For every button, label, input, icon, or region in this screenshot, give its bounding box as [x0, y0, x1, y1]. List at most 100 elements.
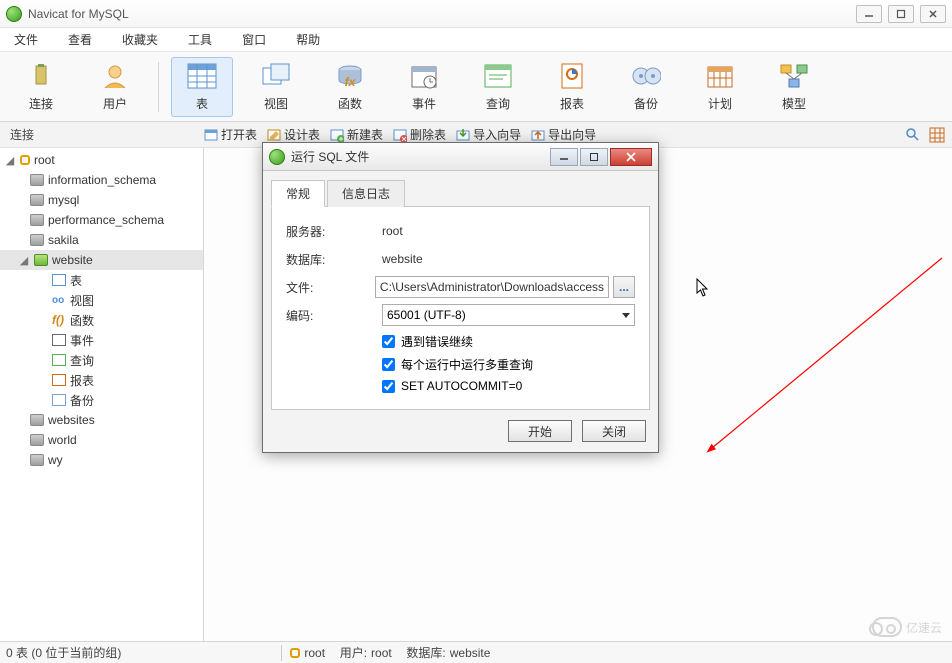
tree-db-website[interactable]: ◢website: [0, 250, 203, 270]
tree-db-world[interactable]: world: [0, 430, 203, 450]
toolbar-function[interactable]: fx函数: [319, 57, 381, 117]
tree-db-information-schema[interactable]: information_schema: [0, 170, 203, 190]
annotation-arrow: [692, 248, 952, 468]
status-bar: 0 表 (0 位于当前的组) root 用户: root 数据库: websit…: [0, 641, 952, 663]
watermark-icon: [872, 617, 902, 637]
mouse-cursor-icon: [696, 278, 710, 298]
query-icon: [52, 354, 66, 366]
tree-node-tables[interactable]: 表: [0, 270, 203, 290]
tree-connection-root[interactable]: ◢root: [0, 150, 203, 170]
action-open-table[interactable]: 打开表: [204, 126, 257, 143]
tree-db-wy[interactable]: wy: [0, 450, 203, 470]
dialog-maximize-button[interactable]: [580, 148, 608, 166]
table-icon: [52, 274, 66, 286]
menu-bar: 文件 查看 收藏夹 工具 窗口 帮助: [0, 28, 952, 52]
action-import-wizard[interactable]: 导入向导: [456, 126, 521, 143]
status-connection: root 用户: root 数据库: website: [290, 644, 490, 661]
database-icon: [30, 434, 44, 446]
dialog-titlebar[interactable]: 运行 SQL 文件: [263, 143, 658, 171]
report-icon: [52, 374, 66, 386]
value-server: root: [382, 224, 635, 238]
database-icon: [30, 234, 44, 246]
connection-panel-header: 连接: [6, 126, 204, 143]
main-toolbar: 连接 用户 表 视图 fx函数 事件 查询 报表 备份 计划 模型: [0, 52, 952, 122]
toolbar-schedule[interactable]: 计划: [689, 57, 751, 117]
database-icon: [30, 214, 44, 226]
event-icon: [52, 334, 66, 346]
file-path-input[interactable]: C:\Users\Administrator\Downloads\access: [375, 276, 609, 298]
grid-view-icon[interactable]: [928, 126, 946, 144]
checkbox-continue-on-error[interactable]: 遇到错误继续: [382, 333, 635, 350]
connection-tree[interactable]: ◢root information_schema mysql performan…: [0, 148, 204, 641]
checkbox-multi-query[interactable]: 每个运行中运行多重查询: [382, 356, 635, 373]
window-minimize-button[interactable]: [856, 5, 882, 23]
tree-node-backups[interactable]: 备份: [0, 390, 203, 410]
app-icon: [6, 6, 22, 22]
label-encoding: 编码:: [286, 307, 382, 324]
tree-node-events[interactable]: 事件: [0, 330, 203, 350]
search-icon[interactable]: [904, 126, 922, 144]
tab-info-log[interactable]: 信息日志: [327, 180, 405, 207]
menu-window[interactable]: 窗口: [234, 29, 274, 50]
tree-db-performance-schema[interactable]: performance_schema: [0, 210, 203, 230]
chevron-down-icon: [622, 313, 630, 318]
connection-icon: [20, 155, 30, 165]
tab-general[interactable]: 常规: [271, 180, 325, 207]
database-icon: [30, 414, 44, 426]
toolbar-model[interactable]: 模型: [763, 57, 825, 117]
view-icon: oo: [52, 295, 66, 306]
database-icon: [34, 254, 48, 266]
toolbar-backup[interactable]: 备份: [615, 57, 677, 117]
dialog-close-button[interactable]: [610, 148, 652, 166]
tree-node-reports[interactable]: 报表: [0, 370, 203, 390]
action-export-wizard[interactable]: 导出向导: [531, 126, 596, 143]
close-button[interactable]: 关闭: [582, 420, 646, 442]
dialog-icon: [269, 149, 285, 165]
toolbar-connect[interactable]: 连接: [10, 57, 72, 117]
menu-view[interactable]: 查看: [60, 29, 100, 50]
tree-db-websites[interactable]: websites: [0, 410, 203, 430]
tree-node-queries[interactable]: 查询: [0, 350, 203, 370]
tree-node-views[interactable]: oo视图: [0, 290, 203, 310]
dialog-title: 运行 SQL 文件: [291, 148, 550, 165]
database-icon: [30, 174, 44, 186]
toolbar-table[interactable]: 表: [171, 57, 233, 117]
action-delete-table[interactable]: 删除表: [393, 126, 446, 143]
browse-file-button[interactable]: ...: [613, 276, 635, 298]
svg-text:fx: fx: [345, 75, 357, 89]
start-button[interactable]: 开始: [508, 420, 572, 442]
action-new-table[interactable]: 新建表: [330, 126, 383, 143]
connection-icon: [290, 648, 300, 658]
run-sql-file-dialog: 运行 SQL 文件 常规 信息日志 服务器:root 数据库:website 文…: [262, 142, 659, 453]
window-titlebar: Navicat for MySQL: [0, 0, 952, 28]
toolbar-query[interactable]: 查询: [467, 57, 529, 117]
checkbox-autocommit[interactable]: SET AUTOCOMMIT=0: [382, 379, 635, 393]
value-database: website: [382, 252, 635, 266]
toolbar-view[interactable]: 视图: [245, 57, 307, 117]
function-icon: f(): [52, 313, 66, 327]
toolbar-report[interactable]: 报表: [541, 57, 603, 117]
menu-help[interactable]: 帮助: [288, 29, 328, 50]
action-design-table[interactable]: 设计表: [267, 126, 320, 143]
dialog-tabs: 常规 信息日志: [271, 179, 650, 207]
toolbar-event[interactable]: 事件: [393, 57, 455, 117]
dialog-minimize-button[interactable]: [550, 148, 578, 166]
label-file: 文件:: [286, 279, 375, 296]
menu-file[interactable]: 文件: [6, 29, 46, 50]
app-title: Navicat for MySQL: [28, 7, 856, 21]
menu-favorites[interactable]: 收藏夹: [114, 29, 166, 50]
toolbar-user[interactable]: 用户: [84, 57, 146, 117]
menu-tools[interactable]: 工具: [180, 29, 220, 50]
database-icon: [30, 454, 44, 466]
tree-db-sakila[interactable]: sakila: [0, 230, 203, 250]
window-close-button[interactable]: [920, 5, 946, 23]
label-database: 数据库:: [286, 251, 382, 268]
tree-node-functions[interactable]: f()函数: [0, 310, 203, 330]
label-server: 服务器:: [286, 223, 382, 240]
encoding-select[interactable]: 65001 (UTF-8): [382, 304, 635, 326]
status-object-count: 0 表 (0 位于当前的组): [6, 644, 121, 661]
backup-icon: [52, 394, 66, 406]
watermark: 亿速云: [872, 617, 942, 637]
window-maximize-button[interactable]: [888, 5, 914, 23]
tree-db-mysql[interactable]: mysql: [0, 190, 203, 210]
